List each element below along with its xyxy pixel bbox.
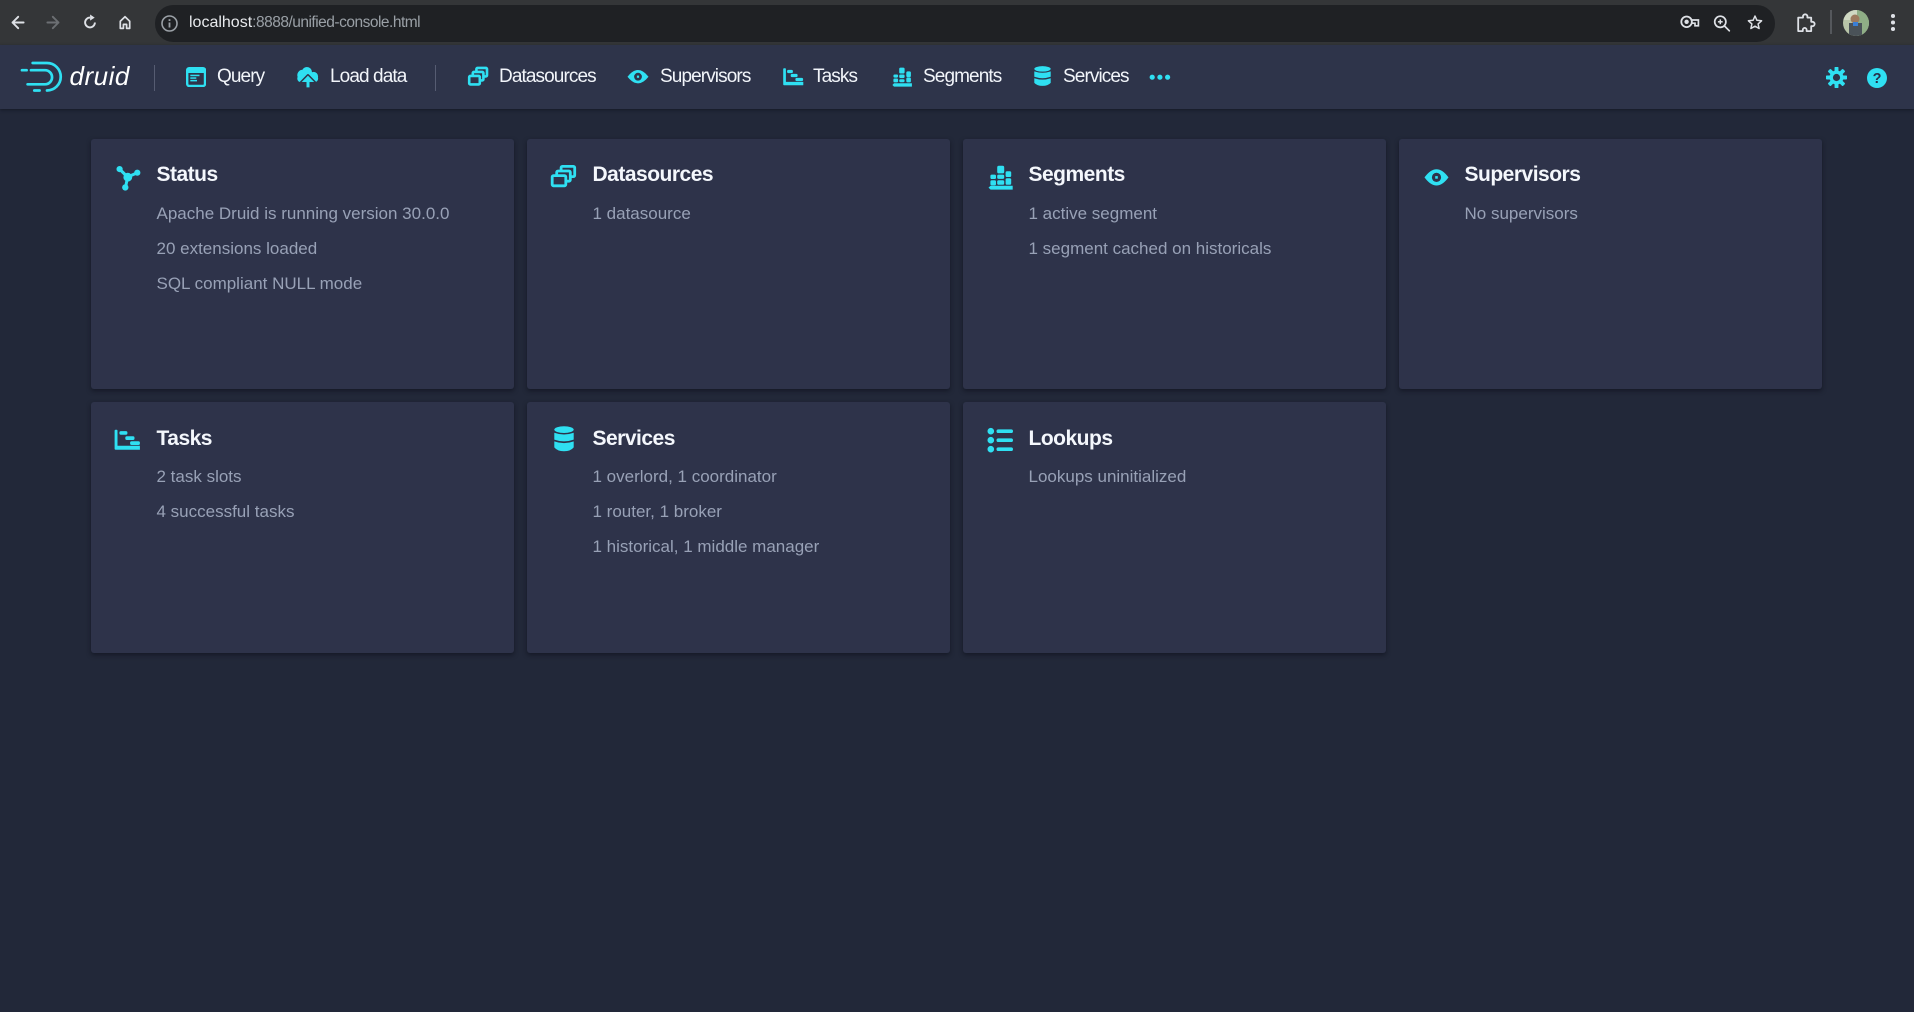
svg-text:?: ? <box>1873 70 1882 86</box>
